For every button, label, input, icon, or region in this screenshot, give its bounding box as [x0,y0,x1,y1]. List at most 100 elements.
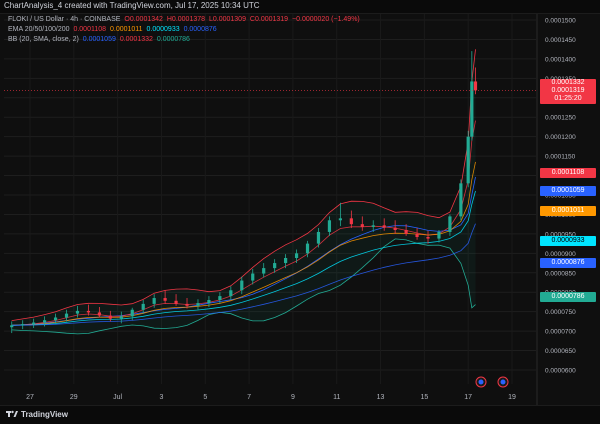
candle-body [426,237,430,239]
x-tick-label: 29 [70,394,78,401]
ema200-tag: 0.0000876 [540,258,596,268]
candle-body [163,298,167,301]
legend-symbol-row: FLOKI / US Dollar · 4h · COINBASE O0.000… [8,16,362,23]
candle-body [262,268,266,274]
ema-label[interactable]: EMA 20/50/100/200 [8,26,70,33]
candle-body [448,216,452,232]
ema100-value: 0.0000933 [146,26,180,33]
ohlc-high: H0.0001378 [166,16,206,23]
ohlc-low: L0.0001309 [208,16,246,23]
price-chart[interactable]: 0.00015000.00014500.00014000.00013500.00… [0,0,600,423]
candle-body [97,312,101,316]
candle-body [174,300,178,304]
event-marker-dot [478,379,484,385]
y-tick-label: 0.0000850 [545,270,576,277]
candle-body [207,300,211,304]
legend-ema-row: EMA 20/50/100/200 0.0001108 0.0001011 0.… [8,26,219,33]
candle-body [218,296,222,300]
candle-countdown: 01:25:20 [554,95,582,102]
candle-body [240,280,244,291]
candle-body [327,220,332,232]
x-tick-label: 5 [203,394,207,401]
ema100-tag: 0.0000933 [540,236,596,246]
candle-body [382,225,386,228]
candle-body [152,298,156,304]
y-tick-label: 0.0001200 [545,134,576,141]
x-tick-label: Jul [113,394,122,401]
bb-basis-value: 0.0001059 [82,36,116,43]
candle-body [10,325,14,328]
y-tick-label: 0.0000750 [545,309,576,316]
ema20-tag: 0.0001108 [540,168,596,178]
candle-body [349,218,353,225]
current-price: 0.0001332 [551,79,585,86]
candle-body [43,320,47,323]
y-tick-label: 0.0000600 [545,368,576,375]
candle-body [21,324,25,326]
x-tick-label: 19 [508,394,516,401]
ema50-tag: 0.0001011 [540,206,596,216]
candle-body [459,183,463,217]
ema20-value: 0.0001108 [73,26,107,33]
candle-body [32,322,36,325]
brand-name: TradingView [21,409,68,419]
candle-body [185,303,189,306]
ema50-value: 0.0001011 [109,26,143,33]
ema200-value: 0.0000876 [183,26,217,33]
candle-body [86,310,91,313]
bb-lower-tag: 0.0000786 [540,292,596,302]
tradingview-logo-icon [6,410,18,417]
candle-body [305,243,310,254]
y-tick-label: 0.0000700 [545,329,576,336]
x-tick-label: 7 [247,394,251,401]
candle-body [316,231,321,244]
x-tick-label: 9 [291,394,295,401]
last-price: 0.0001319 [551,87,585,94]
candle-body [393,227,397,230]
ohlc-close: C0.0001319 [249,16,289,23]
bb-label[interactable]: BB (20, SMA, close, 2) [8,36,79,43]
candle-body [294,253,299,258]
candle-body [284,258,288,264]
y-tick-label: 0.0001150 [545,154,576,161]
candle-body [473,81,478,91]
x-tick-label: 15 [420,394,428,401]
candle-body [108,315,112,319]
candle-body [437,231,441,239]
candle-body [466,136,470,184]
candle-body [75,310,80,314]
candle-body [196,303,200,306]
x-tick-label: 27 [26,394,34,401]
brand[interactable]: TradingView [6,409,68,419]
publish-info: ChartAnalysis_4 created with TradingView… [4,1,260,10]
publish-bar: ChartAnalysis_4 created with TradingView… [0,0,600,14]
current-price-tag: 0.0001332 0.0001319 01:25:20 [540,79,596,104]
x-tick-label: 3 [160,394,164,401]
y-tick-label: 0.0000900 [545,251,576,258]
x-tick-label: 13 [377,394,385,401]
y-tick-label: 0.0001450 [545,37,576,44]
event-marker-dot [500,379,506,385]
candle-body [404,230,408,234]
bb-upper-value: 0.0001332 [119,36,153,43]
bb-lower-value: 0.0000786 [156,36,190,43]
candle-body [338,218,342,221]
y-tick-label: 0.0001500 [545,18,576,25]
symbol-title[interactable]: FLOKI / US Dollar · 4h · COINBASE [8,16,120,23]
candle-body [251,273,255,281]
candle-body [119,316,123,319]
x-tick-label: 17 [464,394,472,401]
candle-body [64,313,69,318]
bb-basis-tag: 0.0001059 [540,186,596,196]
candle-body [360,224,364,227]
footer-bar: TradingView [0,405,600,424]
y-tick-label: 0.0000650 [545,348,576,355]
candle-body [141,303,145,310]
candle-body [371,225,375,227]
chart-background [0,0,600,423]
ohlc-change: −0.0000020 (−1.49%) [292,16,360,23]
ohlc-open: O0.0001342 [124,16,163,23]
candle-body [470,81,474,137]
candle-body [130,309,134,317]
y-tick-label: 0.0001400 [545,56,576,63]
